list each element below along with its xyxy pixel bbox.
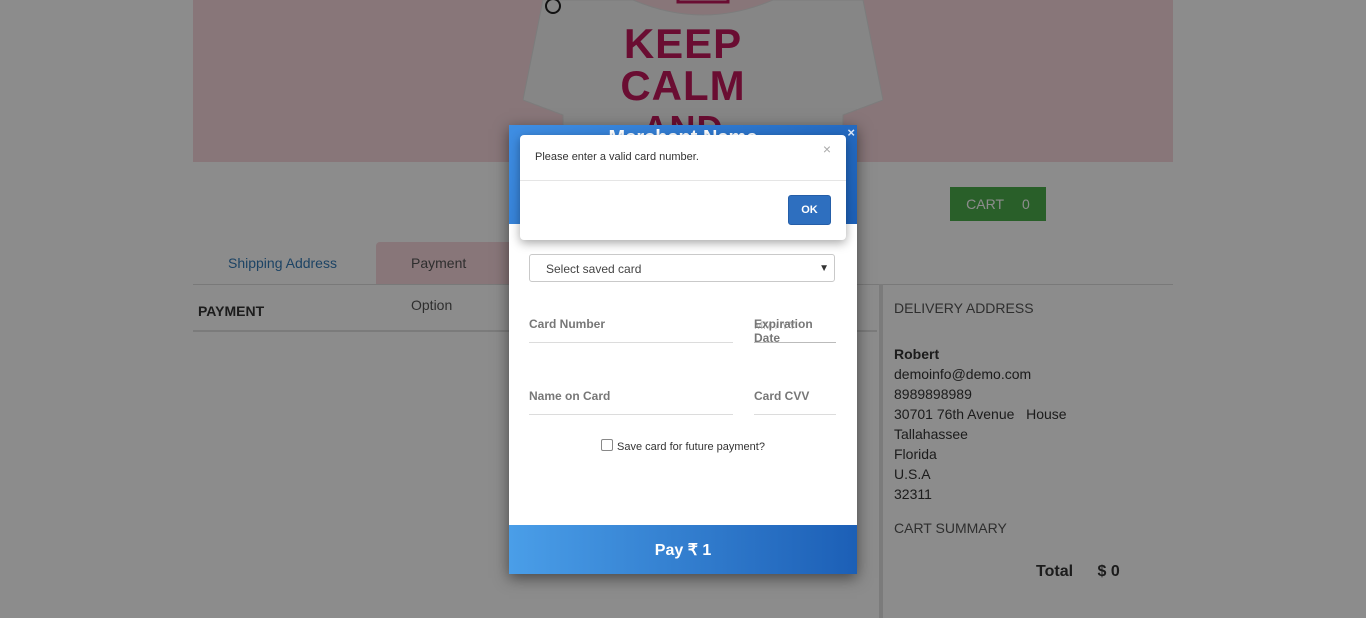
name-on-card-field[interactable]: Name on Card	[529, 389, 733, 415]
pay-button[interactable]: Pay ₹ 1	[509, 525, 857, 574]
chevron-down-icon: ▼	[819, 263, 829, 274]
saved-card-select[interactable]: Select saved card ▼	[529, 254, 835, 282]
alert-close-icon[interactable]: ×	[823, 141, 831, 157]
name-on-card-label: Name on Card	[529, 389, 611, 403]
card-number-label: Card Number	[529, 317, 606, 331]
expiration-date-label: Expiration Date	[754, 317, 813, 345]
alert-divider	[520, 180, 846, 181]
validation-alert: Please enter a valid card number. × OK	[520, 135, 846, 240]
alert-ok-button[interactable]: OK	[788, 195, 831, 225]
save-card-checkbox[interactable]	[601, 439, 613, 451]
save-card-label: Save card for future payment?	[617, 441, 765, 453]
card-number-field[interactable]: Card Number	[529, 317, 733, 343]
alert-message: Please enter a valid card number.	[535, 151, 699, 163]
save-card-row: Save card for future payment?	[601, 439, 765, 453]
checkout-close-icon[interactable]: ×	[847, 125, 855, 140]
alert-pointer	[512, 227, 520, 241]
saved-card-select-value: Select saved card	[546, 262, 642, 276]
card-cvv-field[interactable]: Card CVV	[754, 389, 836, 415]
card-cvv-label: Card CVV	[754, 389, 810, 403]
expiration-date-field[interactable]: MM / YY Expiration Date	[754, 317, 836, 345]
